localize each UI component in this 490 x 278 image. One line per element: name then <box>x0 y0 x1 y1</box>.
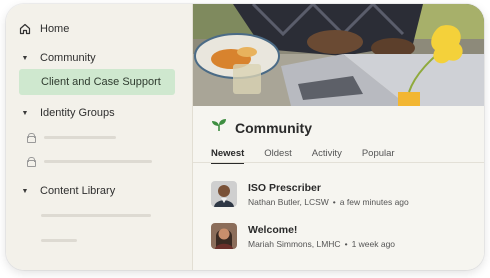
placeholder-bar <box>44 159 152 163</box>
post-title[interactable]: ISO Prescriber <box>248 182 409 194</box>
sidebar-item-identity-groups[interactable]: ▼ Identity Groups <box>18 102 184 124</box>
placeholder-bar <box>41 214 151 217</box>
list-item[interactable]: ISO Prescriber Nathan Butler, LCSW • a few… <box>211 181 409 207</box>
avatar <box>211 223 237 249</box>
separator-dot: • <box>344 238 348 249</box>
page-title: Community <box>235 119 312 136</box>
avatar <box>211 181 237 207</box>
lock-icon <box>27 133 36 143</box>
sidebar: Home ▼ Community Client and Case Support… <box>6 4 193 270</box>
sidebar-item-label: Identity Groups <box>40 107 115 119</box>
list-item[interactable]: Welcome! Mariah Simmons, LMHC • 1 week ago <box>211 223 395 249</box>
sidebar-item-label: Client and Case Support <box>41 76 161 88</box>
placeholder-bar <box>44 135 116 139</box>
post-meta: Nathan Butler, LCSW • a few minutes ago <box>248 197 409 207</box>
caret-down-icon[interactable]: ▼ <box>18 106 32 120</box>
post-author: Mariah Simmons, LMHC <box>248 238 341 249</box>
caret-down-icon[interactable]: ▼ <box>18 51 32 65</box>
locked-group-item[interactable] <box>27 157 152 167</box>
sidebar-item-client-and-case-support[interactable]: Client and Case Support <box>19 69 175 95</box>
separator-dot: • <box>332 196 336 207</box>
home-icon <box>18 22 32 36</box>
post-time: a few minutes ago <box>339 196 409 207</box>
sidebar-item-label: Community <box>40 52 96 64</box>
community-panel: Community Newest Oldest Activity Popular… <box>193 4 484 270</box>
sidebar-item-content-library[interactable]: ▼ Content Library <box>18 180 184 202</box>
placeholder-bar <box>41 239 77 242</box>
app-window: Home ▼ Community Client and Case Support… <box>6 4 484 270</box>
post-author: Nathan Butler, LCSW <box>248 196 329 207</box>
tabs-divider <box>193 162 484 163</box>
post-time: 1 week ago <box>351 238 396 249</box>
sidebar-item-label: Home <box>40 23 70 35</box>
caret-down-icon[interactable]: ▼ <box>18 184 32 198</box>
post-title[interactable]: Welcome! <box>248 224 395 236</box>
locked-group-item[interactable] <box>27 133 116 143</box>
sidebar-item-home[interactable]: Home <box>18 18 184 40</box>
sidebar-item-label: Content Library <box>40 185 116 197</box>
community-banner-image <box>193 4 484 106</box>
sprout-icon <box>211 118 227 137</box>
community-header: Community <box>211 118 312 137</box>
lock-icon <box>27 157 36 167</box>
post-meta: Mariah Simmons, LMHC • 1 week ago <box>248 239 395 249</box>
sidebar-item-community[interactable]: ▼ Community <box>18 47 184 69</box>
